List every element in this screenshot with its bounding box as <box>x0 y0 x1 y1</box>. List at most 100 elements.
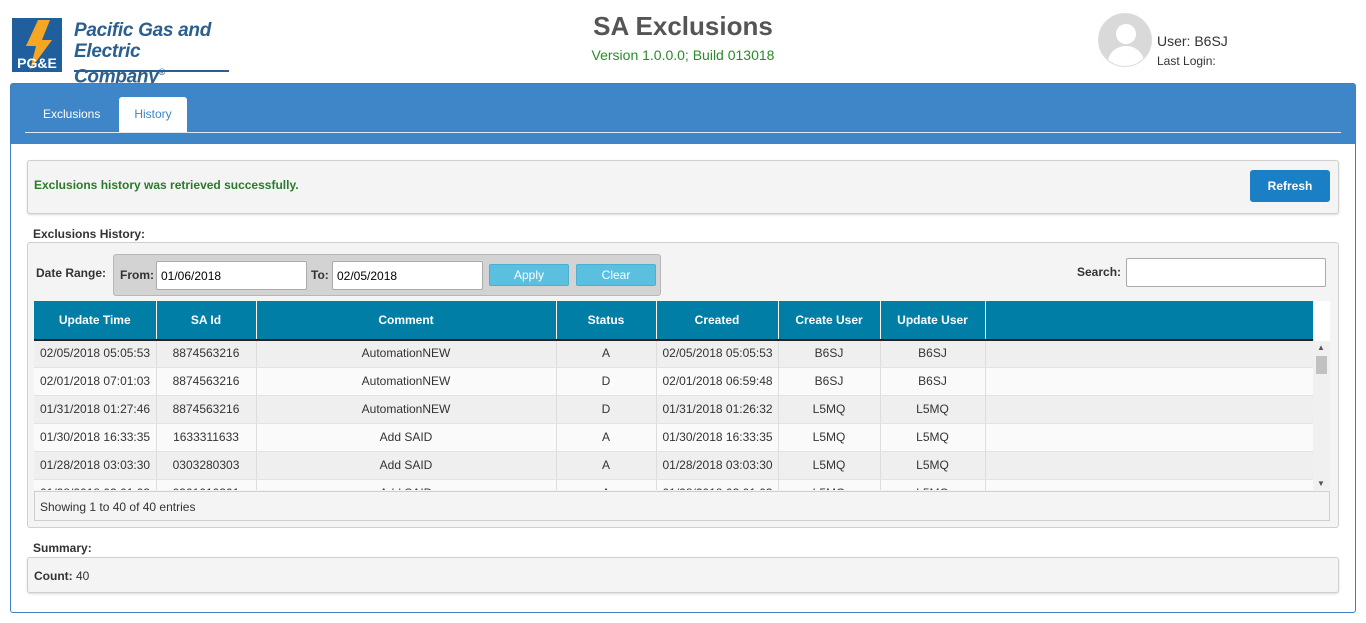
create-user-cell: L5MQ <box>778 423 881 452</box>
table-row[interactable]: 01/28/2018 03:01:030301010301Add SAIDA01… <box>34 479 1314 490</box>
update-user-cell: L5MQ <box>880 423 986 452</box>
update-user-cell: L5MQ <box>880 395 986 424</box>
table-row[interactable]: 01/28/2018 03:03:30 0303280303 Add SAID A 01… <box>34 451 1314 480</box>
comment-cell: AutomationNEW <box>256 339 557 368</box>
count-display: Count: 40 <box>34 569 89 583</box>
update-time-cell: 01/31/2018 01:27:46 <box>34 395 157 424</box>
sa-id-cell: 0303280303 <box>156 451 257 480</box>
table-row[interactable]: 02/05/2018 05:05:53 8874563216 AutomationN… <box>34 339 1314 368</box>
update-time-cell: 02/05/2018 05:05:53 <box>34 339 157 368</box>
column-header-update-time[interactable]: Update Time <box>34 301 157 339</box>
history-section-label: Exclusions History: <box>33 227 146 241</box>
status-cell: A <box>556 479 657 490</box>
column-header-update-user[interactable]: Update User <box>880 301 986 339</box>
comment-cell: Add SAID <box>256 423 557 452</box>
created-cell: 02/01/2018 06:59:48 <box>656 367 779 396</box>
date-range-label: Date Range: <box>36 266 107 280</box>
sa-id-cell: 0301010301 <box>156 479 257 490</box>
sa-id-cell: 8874563216 <box>156 339 257 368</box>
from-date-input[interactable] <box>156 261 307 290</box>
status-cell: A <box>556 339 657 368</box>
update-user-cell: L5MQ <box>880 479 986 490</box>
status-cell: A <box>556 423 657 452</box>
main-panel: Exclusions History Exclusions history wa… <box>10 83 1356 613</box>
summary-box: Count: 40 <box>27 557 1339 593</box>
update-time-cell: 02/01/2018 07:01:03 <box>34 367 157 396</box>
created-cell: 01/30/2018 16:33:35 <box>656 423 779 452</box>
scroll-thumb[interactable] <box>1316 356 1327 374</box>
tab-bar: Exclusions History <box>11 84 1355 144</box>
message-box: Exclusions history was retrieved success… <box>27 160 1339 214</box>
sa-id-cell: 1633311633 <box>156 423 257 452</box>
status-cell: D <box>556 395 657 424</box>
from-label: From: <box>120 268 154 282</box>
tab-history[interactable]: History <box>119 97 187 133</box>
comment-cell: Add SAID <box>256 479 557 490</box>
status-cell: D <box>556 367 657 396</box>
user-name: User: B6SJ <box>1157 33 1228 49</box>
created-cell: 02/05/2018 05:05:53 <box>656 339 779 368</box>
table-header-row: Update Time SA Id Comment Status Created… <box>34 301 1314 339</box>
apply-button[interactable]: Apply <box>489 264 569 286</box>
scroll-down-arrow-icon[interactable]: ▼ <box>1317 479 1325 488</box>
column-header-create-user[interactable]: Create User <box>778 301 881 339</box>
status-message: Exclusions history was retrieved success… <box>34 178 299 192</box>
filler-cell <box>985 339 1314 368</box>
status-cell: A <box>556 451 657 480</box>
column-header-sa-id[interactable]: SA Id <box>156 301 257 339</box>
summary-label: Summary: <box>33 541 92 555</box>
comment-cell: AutomationNEW <box>256 367 557 396</box>
sa-id-cell: 8874563216 <box>156 367 257 396</box>
table-scrollbar[interactable]: ▲ ▼ <box>1313 341 1330 490</box>
filler-cell <box>985 423 1314 452</box>
filler-cell <box>985 451 1314 480</box>
update-time-cell: 01/30/2018 16:33:35 <box>34 423 157 452</box>
create-user-cell: L5MQ <box>778 479 881 490</box>
logo-underline <box>74 70 229 72</box>
create-user-cell: L5MQ <box>778 395 881 424</box>
last-login: Last Login: <box>1157 54 1216 68</box>
update-time-cell: 01/28/2018 03:03:30 <box>34 451 157 480</box>
tab-exclusions[interactable]: Exclusions <box>27 97 116 133</box>
table-info: Showing 1 to 40 of 40 entries <box>34 491 1330 521</box>
table-row[interactable]: 01/30/2018 16:33:35 1633311633 Add SAID A 01… <box>34 423 1314 452</box>
created-cell: 01/28/2018 03:01:03 <box>656 479 779 490</box>
to-label: To: <box>311 268 329 282</box>
table-row[interactable]: 02/01/2018 07:01:03 8874563216 AutomationN… <box>34 367 1314 396</box>
comment-cell: AutomationNEW <box>256 395 557 424</box>
column-header-filler <box>985 301 1314 339</box>
comment-cell: Add SAID <box>256 451 557 480</box>
count-value: 40 <box>76 569 90 583</box>
date-range-filter: From: To: Apply Clear <box>113 254 661 296</box>
column-header-status[interactable]: Status <box>556 301 657 339</box>
sa-id-cell: 8874563216 <box>156 395 257 424</box>
showing-entries-text: Showing 1 to 40 of 40 entries <box>40 500 196 514</box>
history-box: Date Range: From: To: Apply Clear Search… <box>27 242 1339 528</box>
filler-cell <box>985 479 1314 490</box>
clear-button[interactable]: Clear <box>576 264 656 286</box>
filler-cell <box>985 367 1314 396</box>
created-cell: 01/28/2018 03:03:30 <box>656 451 779 480</box>
count-label: Count: <box>34 569 73 583</box>
scroll-up-arrow-icon[interactable]: ▲ <box>1317 343 1325 352</box>
tab-divider <box>25 132 1341 133</box>
create-user-cell: B6SJ <box>778 339 881 368</box>
refresh-button[interactable]: Refresh <box>1250 170 1330 202</box>
to-date-input[interactable] <box>332 261 483 290</box>
avatar <box>1098 13 1152 67</box>
column-header-created[interactable]: Created <box>656 301 779 339</box>
header-border <box>34 339 1313 341</box>
filler-cell <box>985 395 1314 424</box>
history-table: Update Time SA Id Comment Status Created… <box>34 301 1330 490</box>
update-user-cell: L5MQ <box>880 451 986 480</box>
column-header-comment[interactable]: Comment <box>256 301 557 339</box>
user-avatar-icon <box>1107 24 1145 66</box>
create-user-cell: B6SJ <box>778 367 881 396</box>
created-cell: 01/31/2018 01:26:32 <box>656 395 779 424</box>
table-row[interactable]: 01/31/2018 01:27:46 8874563216 AutomationN… <box>34 395 1314 424</box>
search-label: Search: <box>1077 265 1122 279</box>
update-user-cell: B6SJ <box>880 367 986 396</box>
update-user-cell: B6SJ <box>880 339 986 368</box>
update-time-cell: 01/28/2018 03:01:03 <box>34 479 157 490</box>
search-input[interactable] <box>1126 258 1326 287</box>
